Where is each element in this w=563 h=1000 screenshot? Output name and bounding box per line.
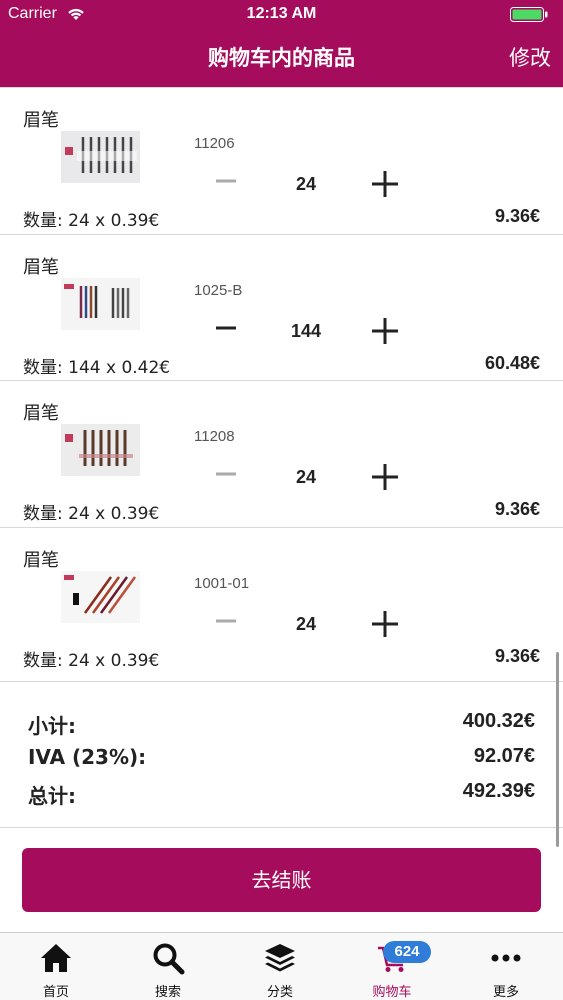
quantity-price-line: 数量: 144 x 0.42€: [23, 357, 171, 378]
quantity-value: 144: [290, 320, 322, 341]
increase-quantity-button[interactable]: [370, 316, 400, 346]
item-name: 眉笔: [23, 256, 59, 278]
item-name: 眉笔: [23, 403, 59, 424]
product-code: 1001-01: [194, 574, 250, 592]
increase-quantity-button[interactable]: [370, 169, 400, 199]
decrease-quantity-button[interactable]: [212, 460, 240, 488]
item-name: 眉笔: [23, 549, 59, 571]
cart-count-badge: 624: [383, 941, 431, 963]
line-total: 9.36€: [494, 645, 540, 666]
scroll-indicator[interactable]: [556, 652, 559, 847]
product-thumbnail[interactable]: [61, 131, 140, 183]
tab-search[interactable]: 搜索: [112, 933, 224, 1000]
line-total: 9.36€: [494, 206, 540, 226]
vat-value: 92.07€: [473, 745, 535, 767]
status-time: 12:13 AM: [246, 5, 317, 22]
tab-categories[interactable]: 分类: [224, 933, 336, 1000]
cart-item: 眉笔 11208 24 数量: 24 x 0.39€ 9.36€: [0, 380, 563, 527]
cart-item: 眉笔 1025-B 144 数量: 144 x 0.42€ 60.48€: [0, 233, 563, 380]
vat-row: IVA (23%): 92.07€: [28, 745, 535, 775]
product-thumbnail[interactable]: [61, 570, 140, 623]
decrease-quantity-button[interactable]: [212, 314, 240, 342]
order-summary: 小计: 400.32€ IVA (23%): 92.07€ 总计: 492.39…: [0, 681, 563, 828]
edit-button[interactable]: 修改: [509, 42, 551, 72]
decrease-quantity-button[interactable]: [212, 607, 240, 635]
battery-icon: [510, 7, 548, 22]
product-code: 1025-B: [194, 281, 243, 299]
tab-label: 搜索: [154, 985, 181, 1000]
tab-label: 更多: [492, 985, 519, 1000]
cart-item-list: 眉笔 11206 24 数量: 24 x 0.39€ 9.36€ 眉笔 1025…: [0, 87, 563, 673]
line-total: 60.48€: [484, 352, 540, 373]
quantity-value: 24: [295, 467, 317, 487]
increase-quantity-button[interactable]: [370, 609, 400, 639]
product-code: 11206: [194, 135, 235, 152]
increase-quantity-button[interactable]: [370, 462, 400, 492]
page-title: 购物车内的商品: [208, 46, 355, 70]
subtotal-row: 小计: 400.32€: [28, 710, 535, 740]
tab-home[interactable]: 首页: [0, 933, 112, 1000]
item-name: 眉笔: [23, 110, 59, 131]
quantity-price-line: 数量: 24 x 0.39€: [23, 650, 160, 671]
quantity-price-line: 数量: 24 x 0.39€: [23, 504, 160, 524]
tab-label: 首页: [42, 985, 69, 1000]
cart-item: 眉笔 11206 24 数量: 24 x 0.39€ 9.36€: [0, 87, 563, 234]
quantity-price-line: 数量: 24 x 0.39€: [23, 211, 160, 231]
tab-more[interactable]: 更多: [450, 933, 562, 1000]
tab-label: 分类: [266, 985, 293, 1000]
vat-label: IVA (23%):: [28, 745, 147, 769]
tab-label: 购物车: [372, 985, 412, 1000]
checkout-button[interactable]: 去结账: [22, 848, 541, 912]
total-row: 总计: 492.39€: [28, 780, 535, 810]
product-thumbnail[interactable]: [61, 424, 140, 476]
cart-item: 眉笔 1001-01 24 数量: 24 x 0.39€ 9.36€: [0, 526, 563, 673]
tab-bar: 首页 搜索 分类 购物车 更多: [0, 932, 563, 1000]
product-code: 11208: [194, 428, 235, 445]
total-label: 总计:: [28, 784, 76, 808]
subtotal-label: 小计:: [28, 714, 76, 738]
quantity-value: 24: [295, 174, 317, 194]
search-icon: [153, 943, 185, 975]
quantity-value: 24: [295, 613, 317, 634]
more-icon: [491, 954, 521, 962]
decrease-quantity-button[interactable]: [212, 167, 240, 195]
status-bar: Carrier 12:13 AM: [0, 0, 563, 30]
product-thumbnail[interactable]: [61, 277, 140, 330]
total-value: 492.39€: [462, 780, 535, 802]
app-header: Carrier 12:13 AM 购物车内的商品 修改: [0, 0, 563, 87]
line-total: 9.36€: [494, 499, 540, 519]
home-icon: [41, 944, 71, 972]
layers-icon: [265, 944, 295, 972]
subtotal-value: 400.32€: [462, 710, 535, 732]
